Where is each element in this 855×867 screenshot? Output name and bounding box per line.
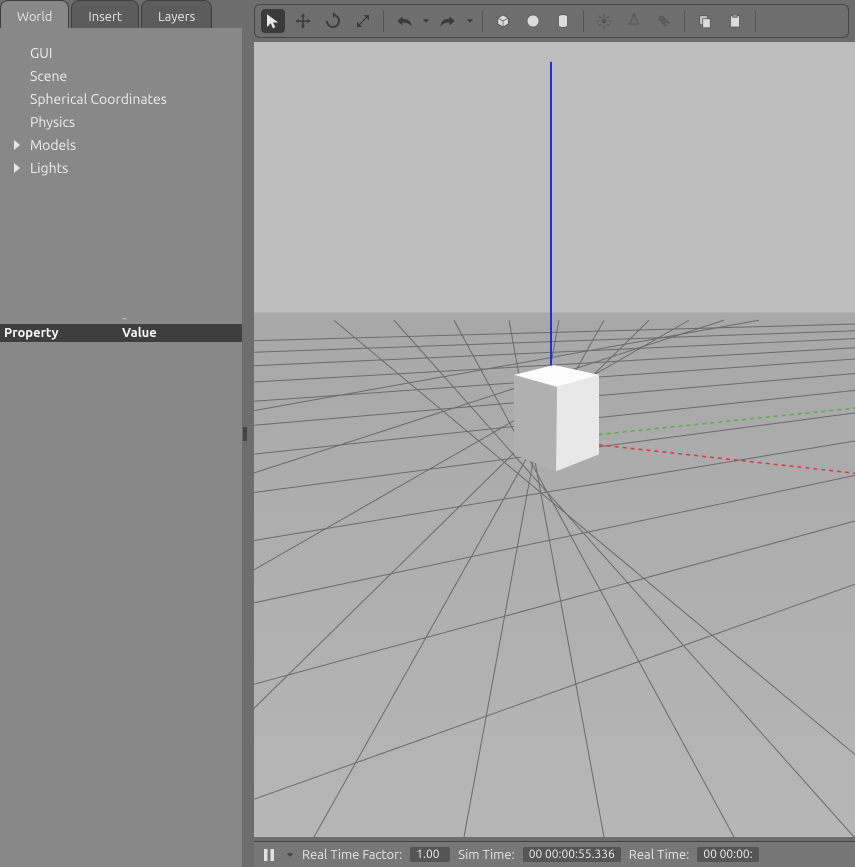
splitter-grip-icon: [243, 427, 247, 441]
toolbar-separator: [482, 10, 483, 32]
tree-item-physics[interactable]: Physics: [0, 111, 247, 134]
rtf-value: 1.00: [410, 847, 450, 862]
step-dropdown[interactable]: [286, 851, 294, 859]
copy-icon: [696, 12, 714, 30]
insert-cylinder-button[interactable]: [551, 9, 575, 33]
tree-item-lights[interactable]: Lights: [0, 157, 247, 180]
undo-button[interactable]: [392, 9, 416, 33]
scale-icon: [354, 12, 372, 30]
app-window: World Insert Layers GUI Scene Spherical …: [0, 0, 855, 867]
scale-tool-button[interactable]: [351, 9, 375, 33]
toolbar-separator: [583, 10, 584, 32]
redo-button[interactable]: [436, 9, 460, 33]
cursor-icon: [264, 12, 282, 30]
tree-item-models[interactable]: Models: [0, 134, 247, 157]
toolbar-separator: [684, 10, 685, 32]
insert-directional-light-button[interactable]: [652, 9, 676, 33]
point-light-icon: [595, 12, 613, 30]
world-tree: GUI Scene Spherical Coordinates Physics …: [0, 28, 247, 318]
tree-item-gui[interactable]: GUI: [0, 42, 247, 65]
sim-time-label: Sim Time:: [458, 848, 514, 862]
property-body: [0, 342, 247, 867]
main-toolbar: [254, 4, 849, 38]
property-header-property: Property: [0, 326, 118, 340]
rotate-icon: [324, 12, 342, 30]
select-tool-button[interactable]: [261, 9, 285, 33]
real-time-label: Real Time:: [629, 848, 690, 862]
tab-layers[interactable]: Layers: [141, 0, 212, 28]
cylinder-icon: [554, 12, 572, 30]
status-bar: Real Time Factor: 1.00 Sim Time: 00 00:0…: [254, 841, 855, 867]
tab-insert[interactable]: Insert: [71, 0, 139, 28]
paste-button[interactable]: [723, 9, 747, 33]
tree-item-scene[interactable]: Scene: [0, 65, 247, 88]
spot-light-icon: [625, 12, 643, 30]
translate-tool-button[interactable]: [291, 9, 315, 33]
chevron-down-icon: [466, 17, 474, 25]
toolbar-separator: [755, 10, 756, 32]
rotate-tool-button[interactable]: [321, 9, 345, 33]
tree-item-spherical[interactable]: Spherical Coordinates: [0, 88, 247, 111]
real-time-value: 00 00:00:: [697, 847, 758, 862]
pause-button[interactable]: [260, 846, 278, 864]
toolbar-separator: [383, 10, 384, 32]
move-icon: [294, 12, 312, 30]
redo-icon: [439, 12, 457, 30]
copy-button[interactable]: [693, 9, 717, 33]
insert-point-light-button[interactable]: [592, 9, 616, 33]
paste-icon: [726, 12, 744, 30]
undo-icon: [395, 12, 413, 30]
directional-light-icon: [655, 12, 673, 30]
redo-dropdown[interactable]: [466, 17, 474, 25]
property-header: Property Value: [0, 324, 247, 342]
main-area: Real Time Factor: 1.00 Sim Time: 00 00:0…: [248, 0, 855, 867]
chevron-down-icon: [286, 851, 294, 859]
undo-dropdown[interactable]: [422, 17, 430, 25]
tab-bar: World Insert Layers: [0, 0, 247, 28]
box-model: [514, 365, 599, 471]
vertical-splitter[interactable]: [242, 0, 248, 867]
scene-render: [254, 42, 855, 837]
box-icon: [494, 12, 512, 30]
insert-box-button[interactable]: [491, 9, 515, 33]
sphere-icon: [524, 12, 542, 30]
pause-icon: [263, 848, 275, 862]
left-panel: World Insert Layers GUI Scene Spherical …: [0, 0, 248, 867]
horizontal-splitter[interactable]: [0, 318, 247, 324]
rtf-label: Real Time Factor:: [302, 848, 402, 862]
sim-time-value: 00 00:00:55.336: [523, 847, 621, 862]
property-header-value: Value: [118, 326, 247, 340]
insert-spot-light-button[interactable]: [622, 9, 646, 33]
tab-world[interactable]: World: [0, 0, 69, 28]
insert-sphere-button[interactable]: [521, 9, 545, 33]
chevron-down-icon: [422, 17, 430, 25]
3d-viewport[interactable]: [254, 42, 855, 837]
